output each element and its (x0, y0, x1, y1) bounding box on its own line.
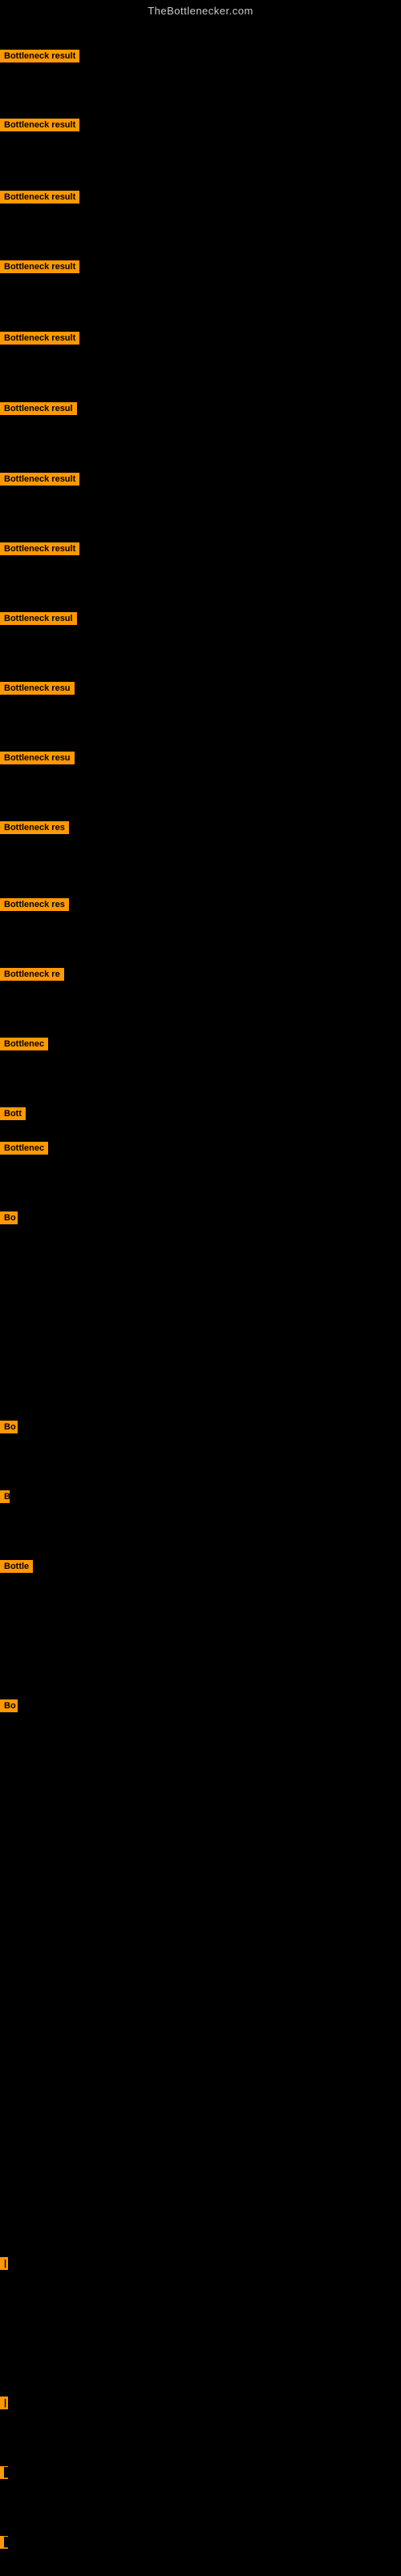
bottleneck-label: Bottleneck resu (0, 752, 75, 764)
bottleneck-label: Bottleneck resul (0, 402, 77, 415)
bottleneck-label: | (0, 2257, 8, 2270)
bottleneck-label: Bottleneck result (0, 191, 79, 204)
bottleneck-label: Bottleneck re (0, 968, 64, 981)
bottleneck-label: Bottleneck result (0, 50, 79, 62)
bottleneck-label: Bottleneck result (0, 119, 79, 131)
bottleneck-label: Bo (0, 1699, 18, 1712)
bottleneck-label: B (0, 1490, 10, 1503)
bottleneck-label: | (0, 2397, 8, 2409)
bottleneck-label: Bottlenec (0, 1038, 48, 1050)
bottleneck-label: Bottleneck resu (0, 682, 75, 695)
bottleneck-label: Bo (0, 1211, 18, 1224)
bottleneck-label: Bottleneck resul (0, 612, 77, 625)
bottleneck-label: Bottleneck result (0, 260, 79, 273)
bottleneck-label: Bottleneck result (0, 542, 79, 555)
bottleneck-label: █ (0, 2536, 8, 2549)
bottleneck-label: █ (0, 2466, 8, 2479)
bottleneck-label: Bott (0, 1107, 26, 1120)
bottleneck-label: Bottleneck result (0, 473, 79, 486)
bottleneck-label: Bottleneck result (0, 332, 79, 345)
bottleneck-label: Bo (0, 1421, 18, 1433)
site-title: TheBottlenecker.com (0, 0, 401, 20)
bottleneck-label: Bottle (0, 1560, 33, 1573)
bottleneck-label: Bottlenec (0, 1142, 48, 1155)
bottleneck-label: Bottleneck res (0, 821, 69, 834)
bottleneck-label: Bottleneck res (0, 898, 69, 911)
